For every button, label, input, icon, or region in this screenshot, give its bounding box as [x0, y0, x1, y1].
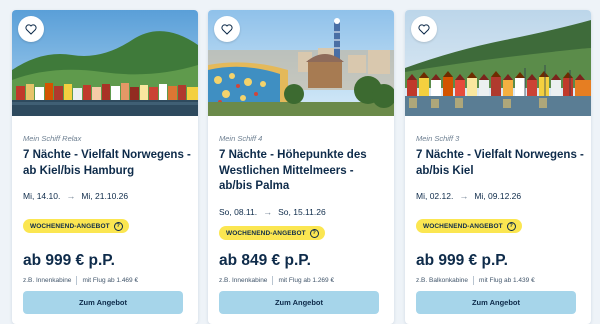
arrow-right-icon: → [459, 191, 469, 201]
date-to: Mi, 21.10.26 [81, 191, 129, 201]
badge-label: WOCHENEND-ANGEBOT [30, 222, 110, 230]
heart-outline-icon [25, 23, 37, 35]
divider [76, 276, 78, 285]
price: ab 999 € p.P. [23, 252, 115, 269]
price-details: z.B. Innenkabine mit Flug ab 1.269 € [219, 276, 334, 285]
info-icon[interactable]: ? [309, 228, 319, 238]
ship-name: Mein Schiff 3 [416, 134, 460, 143]
travel-dates: Mi, 02.12. → Mi, 09.12.26 [416, 191, 521, 201]
date-from: Mi, 14.10. [23, 191, 61, 201]
divider [272, 276, 274, 285]
info-icon[interactable]: ? [506, 221, 516, 231]
offer-button[interactable]: Zum Angebot [219, 291, 379, 314]
offer-title[interactable]: 7 Nächte - Vielfalt Norwegens - ab/bis K… [416, 148, 584, 179]
offer-button[interactable]: Zum Angebot [416, 291, 576, 314]
cabin-type: z.B. Innenkabine [219, 277, 268, 284]
divider [473, 276, 475, 285]
ship-name: Mein Schiff 4 [219, 134, 263, 143]
date-from: Mi, 02.12. [416, 191, 454, 201]
arrow-right-icon: → [66, 191, 76, 201]
favorite-button[interactable] [411, 16, 437, 42]
price-details: z.B. Innenkabine mit Flug ab 1.469 € [23, 276, 138, 285]
heart-outline-icon [418, 23, 430, 35]
arrow-right-icon: → [263, 207, 273, 217]
offer-card[interactable]: Mein Schiff 3 7 Nächte - Vielfalt Norweg… [405, 10, 591, 324]
price-details: z.B. Balkonkabine mit Flug ab 1.439 € [416, 276, 535, 285]
favorite-button[interactable] [214, 16, 240, 42]
ship-name: Mein Schiff Relax [23, 134, 82, 143]
badge-label: WOCHENEND-ANGEBOT [423, 222, 503, 230]
date-to: So, 15.11.26 [278, 207, 326, 217]
weekend-offer-badge: WOCHENEND-ANGEBOT ? [219, 226, 325, 240]
price: ab 999 € p.P. [416, 252, 508, 269]
offer-title[interactable]: 7 Nächte - Höhepunkte des Westlichen Mit… [219, 148, 387, 195]
offer-button[interactable]: Zum Angebot [23, 291, 183, 314]
travel-dates: Mi, 14.10. → Mi, 21.10.26 [23, 191, 128, 201]
cabin-type: z.B. Balkonkabine [416, 277, 469, 284]
badge-label: WOCHENEND-ANGEBOT [226, 229, 306, 237]
offer-title[interactable]: 7 Nächte - Vielfalt Norwegens - ab Kiel/… [23, 148, 191, 179]
date-to: Mi, 09.12.26 [474, 191, 522, 201]
favorite-button[interactable] [18, 16, 44, 42]
heart-outline-icon [221, 23, 233, 35]
weekend-offer-badge: WOCHENEND-ANGEBOT ? [416, 219, 522, 233]
date-from: So, 08.11. [219, 207, 258, 217]
flight-price: mit Flug ab 1.469 € [82, 277, 139, 284]
cruise-offer-list: Mein Schiff Relax 7 Nächte - Vielfalt No… [0, 0, 600, 324]
offer-card[interactable]: Mein Schiff Relax 7 Nächte - Vielfalt No… [12, 10, 198, 324]
offer-card[interactable]: Mein Schiff 4 7 Nächte - Höhepunkte des … [208, 10, 394, 324]
weekend-offer-badge: WOCHENEND-ANGEBOT ? [23, 219, 129, 233]
price: ab 849 € p.P. [219, 252, 311, 269]
info-icon[interactable]: ? [113, 221, 123, 231]
flight-price: mit Flug ab 1.269 € [278, 277, 335, 284]
travel-dates: So, 08.11. → So, 15.11.26 [219, 207, 326, 217]
flight-price: mit Flug ab 1.439 € [479, 277, 535, 284]
cabin-type: z.B. Innenkabine [23, 277, 72, 284]
